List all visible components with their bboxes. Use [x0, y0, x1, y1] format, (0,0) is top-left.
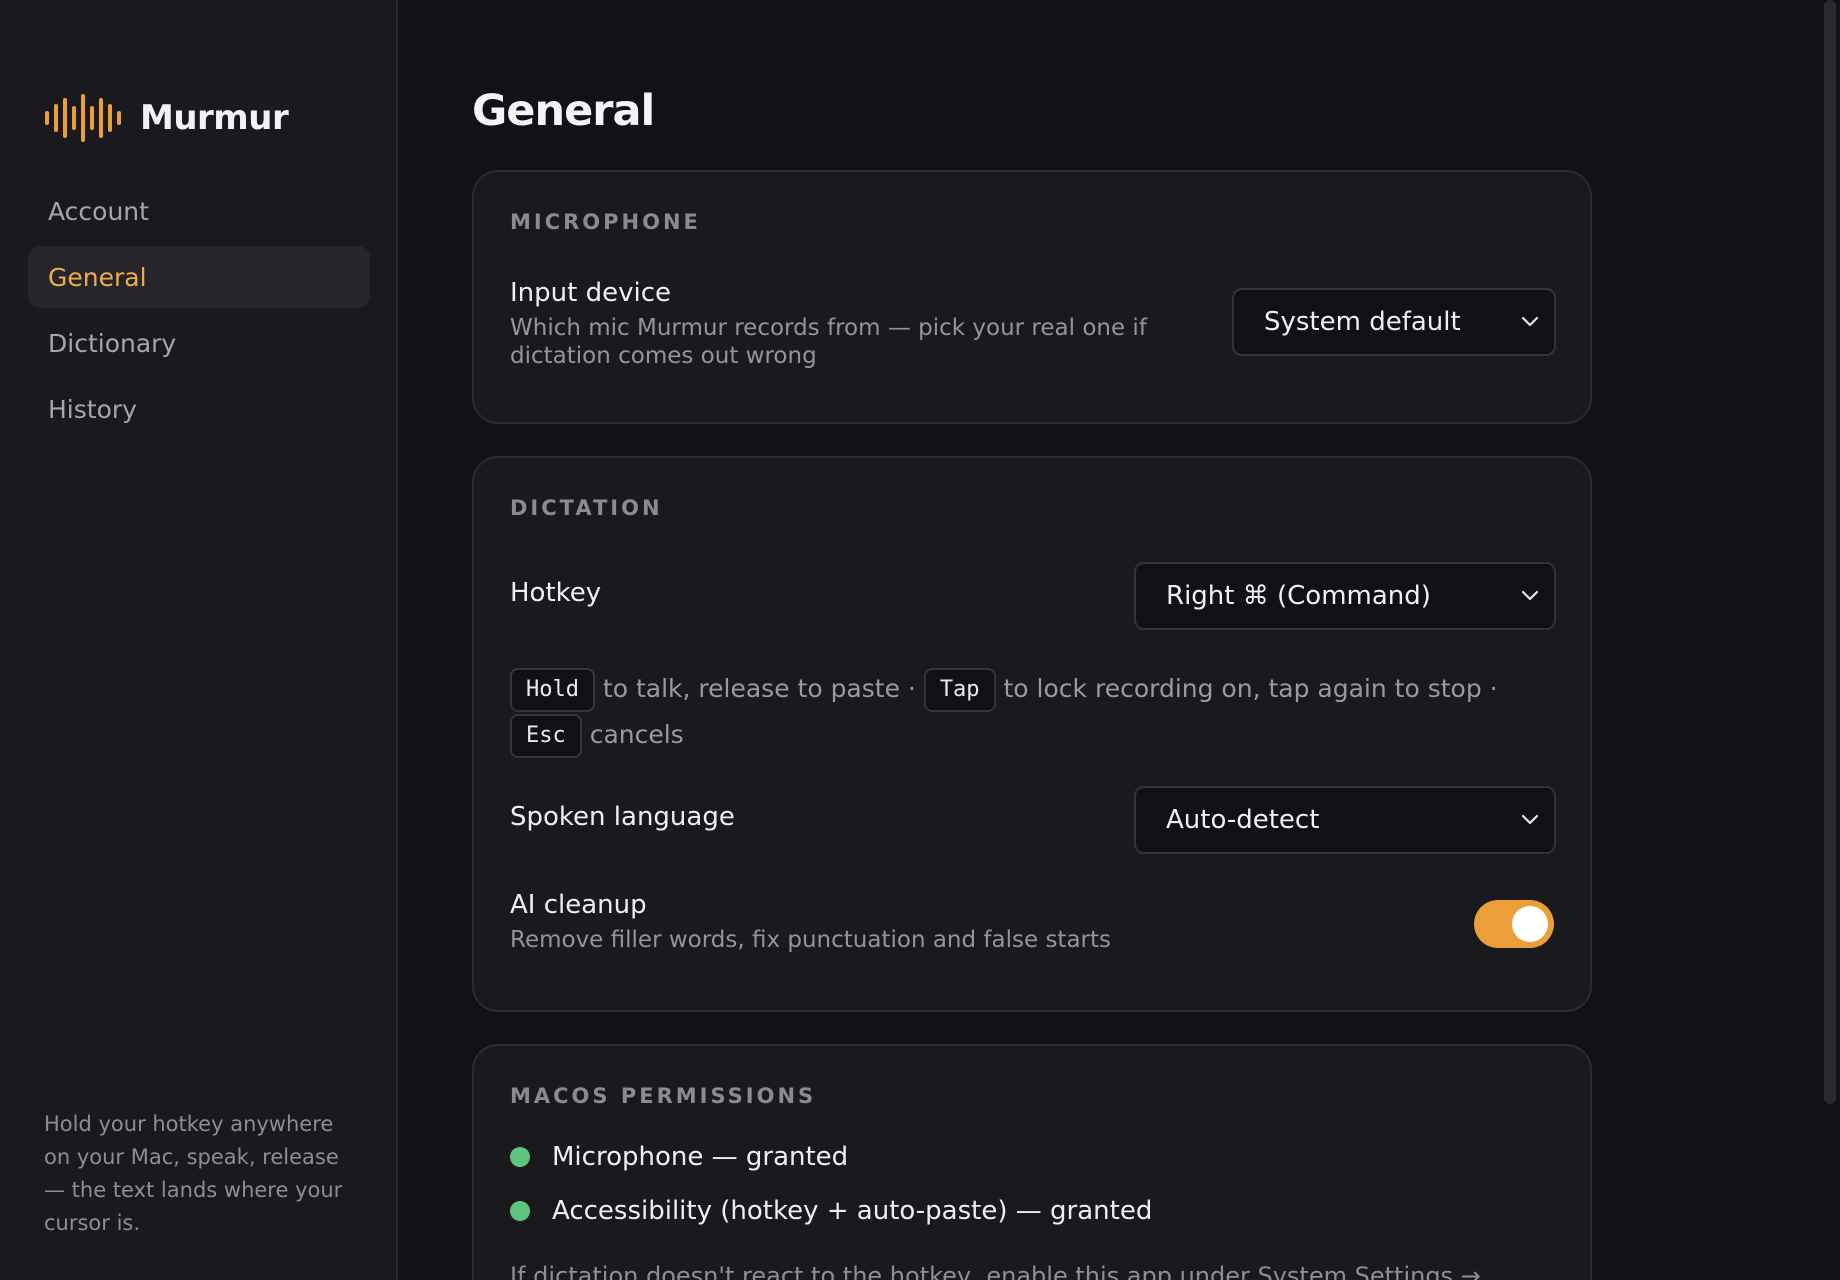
- section-title-microphone: MICROPHONE: [510, 210, 701, 234]
- hint-text-3: cancels: [581, 720, 684, 749]
- waveform-icon: [45, 94, 121, 142]
- kbd-esc: Esc: [510, 714, 582, 758]
- toggle-knob: [1512, 906, 1548, 942]
- sidebar-nav: Account General Dictionary History: [28, 180, 370, 444]
- app-logo: Murmur: [44, 94, 289, 142]
- spoken-language-label: Spoken language: [510, 802, 735, 832]
- chevron-down-icon: [1521, 590, 1539, 601]
- hotkey-value: Right ⌘ (Command): [1166, 581, 1431, 611]
- input-device-value: System default: [1264, 307, 1461, 337]
- permission-microphone-label: Microphone — granted: [552, 1142, 849, 1172]
- permissions-card: MACOS PERMISSIONS Microphone — granted A…: [472, 1044, 1592, 1280]
- kbd-hold: Hold: [510, 668, 595, 712]
- ai-cleanup-label: AI cleanup: [510, 890, 647, 920]
- sidebar-item-general[interactable]: General: [28, 246, 370, 308]
- permission-microphone: Microphone — granted: [510, 1142, 848, 1172]
- permission-accessibility-label: Accessibility (hotkey + auto-paste) — gr…: [552, 1196, 1153, 1226]
- hint-text-2: to lock recording on, tap again to stop …: [995, 674, 1498, 703]
- permissions-note: If dictation doesn't react to the hotkey…: [510, 1262, 1481, 1280]
- input-device-description: Which mic Murmur records from — pick you…: [510, 315, 1147, 369]
- page-title: General: [472, 86, 655, 136]
- status-dot-icon: [510, 1147, 530, 1167]
- scrollbar[interactable]: [1824, 0, 1836, 1104]
- chevron-down-icon: [1521, 316, 1539, 327]
- section-title-dictation: DICTATION: [510, 496, 663, 520]
- ai-cleanup-description: Remove filler words, fix punctuation and…: [510, 927, 1111, 953]
- sidebar-item-dictionary[interactable]: Dictionary: [28, 312, 370, 374]
- hint-text-1: to talk, release to paste ·: [594, 674, 924, 703]
- input-device-label: Input device: [510, 278, 671, 308]
- permission-accessibility: Accessibility (hotkey + auto-paste) — gr…: [510, 1196, 1152, 1226]
- input-device-select[interactable]: System default: [1232, 288, 1556, 356]
- hotkey-select[interactable]: Right ⌘ (Command): [1134, 562, 1556, 630]
- hotkey-hint: Hold to talk, release to paste · Tap to …: [510, 666, 1560, 758]
- microphone-card: MICROPHONE Input device Which mic Murmur…: [472, 170, 1592, 424]
- spoken-language-select[interactable]: Auto-detect: [1134, 786, 1556, 854]
- sidebar-item-history[interactable]: History: [28, 378, 370, 440]
- dictation-card: DICTATION Hotkey Right ⌘ (Command) Hold …: [472, 456, 1592, 1012]
- settings-window: Murmur Account General Dictionary Histor…: [0, 0, 1840, 1280]
- section-title-permissions: MACOS PERMISSIONS: [510, 1084, 817, 1108]
- app-name: Murmur: [140, 98, 289, 138]
- spoken-language-value: Auto-detect: [1166, 805, 1320, 835]
- kbd-tap: Tap: [923, 668, 996, 712]
- sidebar-item-account[interactable]: Account: [28, 180, 370, 242]
- sidebar: Murmur Account General Dictionary Histor…: [0, 0, 398, 1280]
- chevron-down-icon: [1521, 814, 1539, 825]
- ai-cleanup-toggle[interactable]: [1474, 900, 1554, 948]
- sidebar-tip: Hold your hotkey anywhere on your Mac, s…: [44, 1112, 343, 1235]
- status-dot-icon: [510, 1201, 530, 1221]
- hotkey-label: Hotkey: [510, 578, 602, 608]
